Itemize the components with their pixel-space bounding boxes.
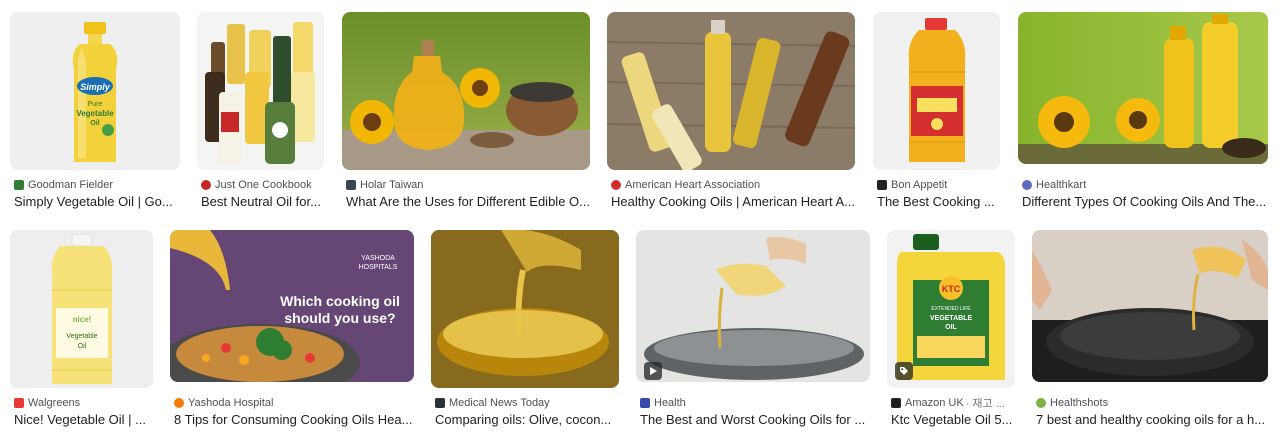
sunflower-oil-jar-image[interactable]: [342, 12, 590, 170]
pouring-oil-pan-image[interactable]: [636, 230, 870, 382]
amazon-favicon-icon: [891, 398, 901, 408]
tag-icon: [895, 362, 913, 380]
result-title[interactable]: 7 best and healthy cooking oils for a h.…: [1036, 412, 1268, 428]
result-card-1[interactable]: Simply Pure Vegetable Oil Goodman Fielde…: [10, 12, 180, 210]
source-name: Healthkart: [1036, 179, 1087, 191]
simply-brand-text: Simply: [80, 82, 111, 92]
bon-appetit-oil-bottle-image[interactable]: [873, 12, 1000, 170]
source-name: Just One Cookbook: [215, 179, 312, 191]
ktc-brand-text: KTC: [942, 284, 961, 294]
mnt-favicon-icon: [435, 398, 445, 408]
result-card-5[interactable]: Bon Appetit The Best Cooking ...: [873, 12, 1000, 210]
result-source[interactable]: Amazon UK · 재고 ...: [891, 396, 1015, 410]
nice-product-text: Vegetable: [66, 333, 97, 340]
result-title[interactable]: Comparing oils: Olive, cocon...: [435, 412, 619, 428]
walgreens-favicon-icon: [14, 398, 24, 408]
just-one-cookbook-favicon-icon: [201, 180, 211, 190]
result-card-8[interactable]: YASHODA HOSPITALS Which cooking oil shoul…: [170, 230, 414, 428]
yashoda-question-line1: Which cooking oil: [280, 293, 400, 309]
goodman-fielder-favicon-icon: [14, 180, 24, 190]
source-name: Health: [654, 397, 686, 409]
result-source[interactable]: Healthkart: [1022, 178, 1086, 192]
vegetable-oil-bottle-image[interactable]: Simply Pure Vegetable Oil: [10, 12, 180, 170]
pouring-oil-bowl-image[interactable]: [431, 230, 619, 388]
result-title[interactable]: Nice! Vegetable Oil | ...: [14, 412, 153, 428]
nice-oil-text: Oil: [78, 343, 87, 350]
result-card-4[interactable]: American Heart Association Healthy Cooki…: [607, 12, 855, 210]
walgreens-vegetable-oil-image[interactable]: nice! Vegetable Oil: [10, 230, 153, 388]
result-card-7[interactable]: nice! Vegetable Oil Walgreens Nice! Vege…: [10, 230, 153, 428]
simply-product-text: Vegetable: [76, 109, 114, 118]
yashoda-question-line2: should you use?: [284, 310, 395, 326]
result-title[interactable]: Healthy Cooking Oils | American Heart A.…: [611, 194, 855, 210]
simply-pure-text: Pure: [88, 101, 103, 108]
source-name: Healthshots: [1050, 397, 1109, 409]
aha-heart-favicon-icon: [611, 180, 621, 190]
result-source[interactable]: Medical News Today: [435, 396, 550, 410]
result-title[interactable]: 8 Tips for Consuming Cooking Oils Hea...: [174, 412, 414, 428]
simply-oil-text: Oil: [90, 120, 99, 127]
health-favicon-icon: [640, 398, 650, 408]
ktc-line3-text: OIL: [945, 324, 957, 331]
result-source[interactable]: Health: [640, 396, 686, 410]
yashoda-favicon-icon: [174, 398, 184, 408]
ktc-line1-text: EXTENDED LIFE: [931, 306, 971, 312]
yashoda-cooking-oil-image[interactable]: YASHODA HOSPITALS Which cooking oil shoul…: [170, 230, 414, 382]
result-source[interactable]: Walgreens: [14, 396, 80, 410]
source-name: Amazon UK: [905, 397, 964, 409]
healthkart-favicon-icon: [1022, 180, 1032, 190]
result-source[interactable]: American Heart Association: [611, 178, 760, 192]
source-name: Walgreens: [28, 397, 81, 409]
result-source[interactable]: Just One Cookbook: [201, 178, 312, 192]
result-card-12[interactable]: Healthshots 7 best and healthy cooking o…: [1032, 230, 1268, 428]
healthshots-pan-oil-image[interactable]: [1032, 230, 1268, 382]
result-source[interactable]: Yashoda Hospital: [174, 396, 273, 410]
source-name: Medical News Today: [449, 397, 550, 409]
result-card-2[interactable]: Just One Cookbook Best Neutral Oil for..…: [197, 12, 324, 210]
source-name: Bon Appetit: [891, 179, 948, 191]
result-source[interactable]: Goodman Fielder: [14, 178, 113, 192]
result-card-11[interactable]: KTC EXTENDED LIFE VEGETABLE OIL Amazon U…: [887, 230, 1015, 428]
result-card-10[interactable]: Health The Best and Worst Cooking Oils f…: [636, 230, 870, 428]
source-name: Holar Taiwan: [360, 179, 424, 191]
ktc-line2-text: VEGETABLE: [930, 315, 973, 322]
result-title[interactable]: Simply Vegetable Oil | Go...: [14, 194, 180, 210]
result-title[interactable]: The Best and Worst Cooking Oils for ...: [640, 412, 870, 428]
holar-taiwan-favicon-icon: [346, 180, 356, 190]
result-source[interactable]: Bon Appetit: [877, 178, 947, 192]
result-title[interactable]: Best Neutral Oil for...: [201, 194, 324, 210]
result-source[interactable]: Holar Taiwan: [346, 178, 423, 192]
sunflower-oil-bottles-image[interactable]: [1018, 12, 1268, 164]
bon-appetit-favicon-icon: [877, 180, 887, 190]
source-name: Goodman Fielder: [28, 179, 113, 191]
result-title[interactable]: Different Types Of Cooking Oils And The.…: [1022, 194, 1268, 210]
result-card-3[interactable]: Holar Taiwan What Are the Uses for Diffe…: [342, 12, 590, 210]
neutral-oils-bottles-image[interactable]: [197, 12, 324, 170]
result-card-6[interactable]: Healthkart Different Types Of Cooking Oi…: [1018, 12, 1268, 210]
oil-bottles-on-wood-image[interactable]: [607, 12, 855, 170]
healthshots-favicon-icon: [1036, 398, 1046, 408]
play-icon: [644, 362, 662, 380]
nice-label-text: nice!: [73, 315, 92, 324]
result-title[interactable]: The Best Cooking ...: [877, 194, 1000, 210]
stock-status: · 재고 ...: [965, 398, 1005, 410]
result-source[interactable]: Healthshots: [1036, 396, 1108, 410]
result-title[interactable]: What Are the Uses for Different Edible O…: [346, 194, 590, 210]
result-title[interactable]: Ktc Vegetable Oil 5...: [891, 412, 1015, 428]
source-name: Yashoda Hospital: [188, 397, 274, 409]
source-name: American Heart Association: [625, 179, 761, 191]
result-card-9[interactable]: Medical News Today Comparing oils: Olive…: [431, 230, 619, 428]
